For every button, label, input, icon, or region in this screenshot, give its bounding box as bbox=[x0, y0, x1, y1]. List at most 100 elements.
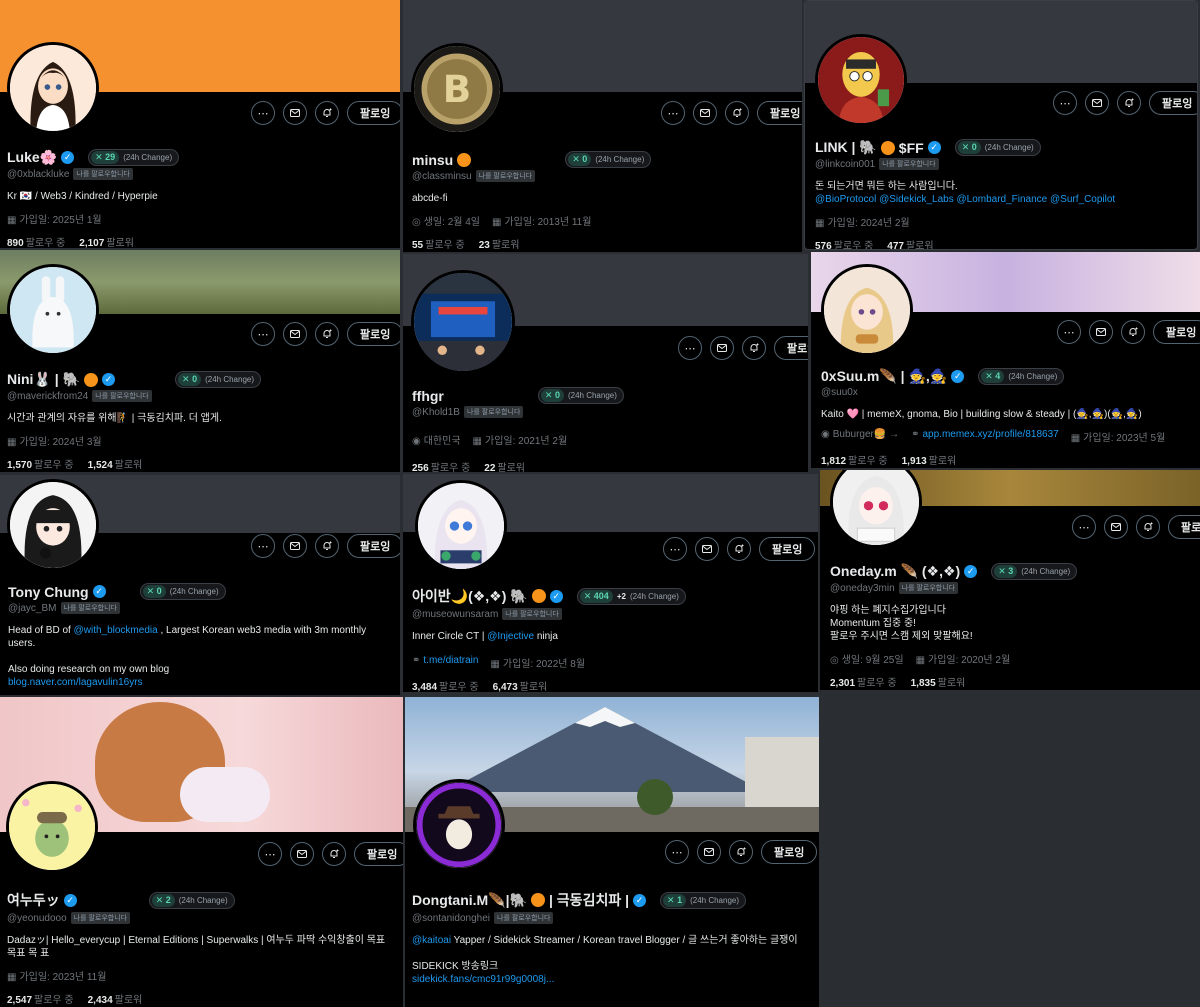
bio-mention-links[interactable]: @BioProtocol @Sidekick_Labs @Lombard_Fin… bbox=[815, 193, 1191, 206]
more-icon[interactable]: ⋯ bbox=[1072, 515, 1096, 539]
more-icon[interactable]: ⋯ bbox=[251, 101, 275, 125]
message-icon[interactable] bbox=[1089, 320, 1113, 344]
followers-count[interactable]: 2,434 팔로워 bbox=[88, 991, 143, 1006]
following-count[interactable]: 2,301 팔로우 중 bbox=[830, 674, 897, 689]
handle[interactable]: @linkcoin001 bbox=[815, 159, 875, 170]
handle[interactable]: @maverickfrom24 bbox=[7, 391, 88, 402]
message-icon[interactable] bbox=[693, 101, 717, 125]
following-count[interactable]: 3,484 팔로우 중 bbox=[412, 678, 479, 692]
handle[interactable]: @sontanidonghei bbox=[412, 913, 490, 924]
avatar[interactable] bbox=[7, 479, 99, 571]
avatar[interactable] bbox=[7, 264, 99, 356]
message-icon[interactable] bbox=[290, 842, 314, 866]
following-count[interactable]: 1,570 팔로우 중 bbox=[7, 456, 74, 471]
following-button[interactable]: 팔로잉 bbox=[1149, 91, 1197, 115]
notification-bell-icon[interactable] bbox=[315, 101, 339, 125]
message-icon[interactable] bbox=[1085, 91, 1109, 115]
message-icon[interactable] bbox=[283, 534, 307, 558]
avatar[interactable] bbox=[411, 270, 515, 374]
avatar[interactable] bbox=[415, 480, 507, 572]
followers-count[interactable]: 1,835 팔로워 bbox=[911, 674, 966, 689]
notification-bell-icon[interactable] bbox=[742, 336, 766, 360]
calendar-icon: ▦ bbox=[815, 218, 825, 229]
kaito-x-icon: ✕ bbox=[95, 152, 103, 162]
message-icon[interactable] bbox=[697, 840, 721, 864]
message-icon[interactable] bbox=[283, 322, 307, 346]
message-icon[interactable] bbox=[1104, 515, 1128, 539]
sidekick-link[interactable]: sidekick.fans/cmc91r99g0008j... bbox=[412, 973, 810, 986]
avatar[interactable] bbox=[413, 779, 505, 871]
following-button[interactable]: 팔로잉 bbox=[1153, 320, 1200, 344]
following-button[interactable]: 팔로잉 bbox=[757, 101, 802, 125]
followers-count[interactable]: 23 팔로워 bbox=[479, 236, 520, 251]
notification-bell-icon[interactable] bbox=[1136, 515, 1160, 539]
joined-date: ▦ 가입일: 2013년 11월 bbox=[492, 217, 592, 228]
joined-date: ▦ 가입일: 2025년 1월 bbox=[7, 215, 102, 226]
notification-bell-icon[interactable] bbox=[322, 842, 346, 866]
followers-count[interactable]: 477 팔로워 bbox=[887, 237, 933, 249]
bio-mention-link[interactable]: @kaitoai bbox=[412, 935, 451, 946]
more-icon[interactable]: ⋯ bbox=[251, 534, 275, 558]
display-name: Oneday.m 🪶 (❖,❖) bbox=[830, 563, 961, 579]
profile-url[interactable]: ⚭ app.memex.xyz/profile/818637 bbox=[911, 429, 1059, 444]
following-count[interactable]: 55 팔로우 중 bbox=[412, 236, 465, 251]
more-icon[interactable]: ⋯ bbox=[1057, 320, 1081, 344]
more-icon[interactable]: ⋯ bbox=[678, 336, 702, 360]
handle[interactable]: @classminsu bbox=[412, 171, 472, 182]
following-count[interactable]: 890 팔로우 중 bbox=[7, 234, 65, 248]
followers-count[interactable]: 1,524 팔로워 bbox=[88, 456, 143, 471]
following-count[interactable]: 1,812 팔로우 중 bbox=[821, 452, 888, 467]
handle[interactable]: @0xblackluke bbox=[7, 169, 69, 180]
bio: 시간과 관계의 자유를 위해🧗 | 극동김치파. 더 앱게. bbox=[7, 413, 222, 424]
notification-bell-icon[interactable] bbox=[315, 534, 339, 558]
blog-link[interactable]: blog.naver.com/lagavulin16yrs bbox=[8, 676, 388, 689]
avatar[interactable] bbox=[821, 264, 913, 356]
followers-count[interactable]: 1,913 팔로워 bbox=[902, 452, 957, 467]
message-icon[interactable] bbox=[283, 101, 307, 125]
avatar[interactable] bbox=[6, 781, 98, 873]
followers-count[interactable]: 2,107 팔로워 bbox=[79, 234, 134, 248]
handle[interactable]: @museowunsaram bbox=[412, 609, 498, 620]
following-button[interactable]: 팔로잉 bbox=[347, 534, 400, 558]
following-button[interactable]: 팔로잉 bbox=[347, 322, 400, 346]
avatar[interactable] bbox=[830, 470, 922, 548]
more-icon[interactable]: ⋯ bbox=[1053, 91, 1077, 115]
following-button[interactable]: 팔로잉 bbox=[761, 840, 818, 864]
handle[interactable]: @jayc_BM bbox=[8, 603, 57, 614]
more-icon[interactable]: ⋯ bbox=[661, 101, 685, 125]
following-button[interactable]: 팔로잉 bbox=[759, 537, 816, 561]
following-count[interactable]: 2,547 팔로우 중 bbox=[7, 991, 74, 1006]
notification-bell-icon[interactable] bbox=[1121, 320, 1145, 344]
message-icon[interactable] bbox=[710, 336, 734, 360]
profile-url[interactable]: ⚭ t.me/diatrain bbox=[412, 655, 478, 670]
handle[interactable]: @suu0x bbox=[821, 387, 858, 398]
avatar[interactable] bbox=[7, 42, 99, 134]
kaito-yap-pill: ✕ 0 (24h Change) bbox=[175, 371, 262, 388]
handle[interactable]: @yeonudooo bbox=[7, 913, 67, 924]
profile-card-ffhgr: ⋯ 팔로잉 ffhgr ✕ 0(24h Change) @Khold1B나를 팔… bbox=[403, 254, 808, 472]
following-count[interactable]: 256 팔로우 중 bbox=[412, 459, 470, 472]
avatar[interactable] bbox=[815, 34, 907, 126]
following-button[interactable]: 팔로잉 bbox=[774, 336, 808, 360]
notification-bell-icon[interactable] bbox=[725, 101, 749, 125]
avatar[interactable]: B bbox=[411, 43, 503, 135]
following-button[interactable]: 팔로잉 bbox=[1168, 515, 1200, 539]
following-count[interactable]: 576 팔로우 중 bbox=[815, 237, 873, 249]
following-button[interactable]: 팔로잉 bbox=[354, 842, 403, 866]
notification-bell-icon[interactable] bbox=[1117, 91, 1141, 115]
bio-mention-link[interactable]: @with_blockmedia bbox=[74, 625, 158, 636]
followers-count[interactable]: 6,473 팔로워 bbox=[493, 678, 548, 692]
notification-bell-icon[interactable] bbox=[729, 840, 753, 864]
more-icon[interactable]: ⋯ bbox=[258, 842, 282, 866]
more-icon[interactable]: ⋯ bbox=[663, 537, 687, 561]
handle[interactable]: @Khold1B bbox=[412, 407, 460, 418]
message-icon[interactable] bbox=[695, 537, 719, 561]
handle[interactable]: @oneday3min bbox=[830, 583, 895, 594]
followers-count[interactable]: 22 팔로워 bbox=[484, 459, 525, 472]
notification-bell-icon[interactable] bbox=[727, 537, 751, 561]
following-button[interactable]: 팔로잉 bbox=[347, 101, 400, 125]
bio-mention-link[interactable]: @Injective bbox=[487, 631, 534, 642]
more-icon[interactable]: ⋯ bbox=[251, 322, 275, 346]
more-icon[interactable]: ⋯ bbox=[665, 840, 689, 864]
notification-bell-icon[interactable] bbox=[315, 322, 339, 346]
